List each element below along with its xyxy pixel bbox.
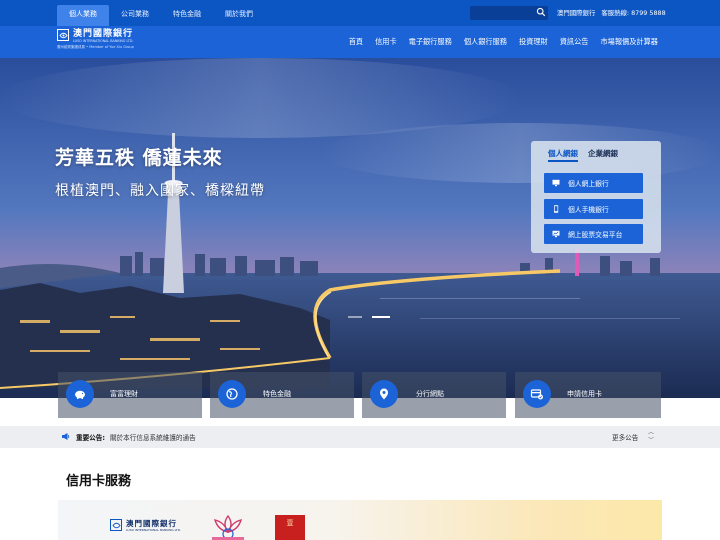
banner-bank-logo: 澳門國際銀行 LUSO INTERNATIONAL BANKING LTD. bbox=[110, 519, 181, 532]
carousel-dot-active[interactable] bbox=[372, 316, 390, 318]
nav-market-quotes[interactable]: 市場報價及計算器 bbox=[600, 37, 658, 47]
button-label: 個人網上銀行 bbox=[568, 180, 609, 188]
tab-featured-finance[interactable]: 特色金融 bbox=[161, 5, 213, 26]
desktop-icon bbox=[552, 179, 560, 187]
top-tabs: 個人業務 公司業務 特色金融 關於我們 bbox=[57, 5, 265, 26]
hero-subtitle: 根植澳門、融入國家、橋樑紐帶 bbox=[55, 183, 265, 199]
red-badge: 壹 bbox=[275, 515, 305, 540]
main-nav: 首頁 信用卡 電子銀行服務 個人銀行服務 投資理財 資訊公告 市場報價及計算器 bbox=[349, 26, 658, 58]
quick-link-wealth[interactable]: 富富理財 bbox=[58, 372, 202, 418]
quick-link-branches[interactable]: 分行網點 bbox=[362, 372, 506, 418]
badge-text: 壹 bbox=[286, 519, 294, 527]
chevron-down-icon[interactable]: ﹀ bbox=[648, 437, 654, 445]
logo-mark-icon bbox=[57, 29, 69, 41]
panel-tabs: 個人網銀 企業網銀 bbox=[548, 148, 618, 162]
notice-text[interactable]: 關於本行信息系統維護的通告 bbox=[110, 432, 196, 442]
personal-online-banking-button[interactable]: 個人網上銀行 bbox=[544, 173, 643, 193]
online-stock-trading-button[interactable]: 網上股票交易平台 bbox=[544, 224, 643, 244]
logo-subtitle: 廣州越秀集團成員 • Member of Yue Xiu Group bbox=[57, 45, 134, 49]
hotline-number: 8799 5888 bbox=[631, 9, 666, 17]
logo-mark-icon bbox=[110, 519, 122, 531]
hero-title: 芳華五秩 僑蓮未來 bbox=[55, 147, 223, 169]
quick-link-label: 特色金融 bbox=[263, 390, 291, 398]
notice-scroll-arrows[interactable]: ︿ ﹀ bbox=[648, 429, 654, 445]
top-right-info: 澳門國際銀行 客服熱線: 8799 5888 bbox=[557, 8, 666, 17]
bank-logo[interactable]: 澳門國際銀行 LUSO INTERNATIONAL BANKING LTD. bbox=[57, 28, 133, 44]
hotline-label: 客服熱線 bbox=[601, 9, 627, 17]
nav-home[interactable]: 首頁 bbox=[349, 37, 363, 47]
location-pin-icon bbox=[370, 380, 398, 408]
globe-icon bbox=[218, 380, 246, 408]
nav-credit-card[interactable]: 信用卡 bbox=[375, 37, 397, 47]
nav-personal-banking[interactable]: 個人銀行服務 bbox=[464, 37, 507, 47]
megaphone-icon bbox=[62, 433, 70, 440]
monitor-chart-icon bbox=[552, 230, 560, 238]
carousel-dot[interactable] bbox=[348, 316, 362, 318]
personal-mobile-banking-button[interactable]: 個人手機銀行 bbox=[544, 199, 643, 219]
section-title: 信用卡服務 bbox=[66, 474, 132, 489]
quick-link-label: 分行網點 bbox=[416, 390, 444, 398]
more-notices-link[interactable]: 更多公告 bbox=[612, 432, 638, 442]
banner-logo-cn: 澳門國際銀行 bbox=[126, 519, 177, 528]
nav-investment[interactable]: 投資理財 bbox=[519, 37, 548, 47]
lotus-emblem-icon bbox=[212, 514, 244, 540]
mobile-phone-icon bbox=[552, 205, 560, 213]
tab-about-us[interactable]: 關於我們 bbox=[213, 5, 265, 26]
nav-announcements[interactable]: 資訊公告 bbox=[560, 37, 589, 47]
nav-e-banking[interactable]: 電子銀行服務 bbox=[409, 37, 452, 47]
search-icon[interactable] bbox=[536, 7, 546, 17]
quick-link-featured-finance[interactable]: 特色金融 bbox=[210, 372, 354, 418]
notice-label: 重要公告: bbox=[76, 434, 106, 442]
quick-link-label: 申請信用卡 bbox=[567, 390, 602, 398]
tab-corporate-ebanking[interactable]: 企業網銀 bbox=[588, 148, 618, 162]
tab-personal-ebanking[interactable]: 個人網銀 bbox=[548, 148, 578, 162]
button-label: 網上股票交易平台 bbox=[568, 231, 623, 239]
tab-personal[interactable]: 個人業務 bbox=[57, 5, 109, 26]
quick-link-apply-credit-card[interactable]: 申請信用卡 bbox=[515, 372, 661, 418]
tab-corporate[interactable]: 公司業務 bbox=[109, 5, 161, 26]
quick-link-label: 富富理財 bbox=[110, 390, 138, 398]
chevron-up-icon[interactable]: ︿ bbox=[648, 429, 654, 437]
piggy-bank-icon bbox=[66, 380, 94, 408]
banner-logo-en: LUSO INTERNATIONAL BANKING LTD. bbox=[126, 528, 182, 532]
credit-card-icon bbox=[523, 380, 551, 408]
bank-link[interactable]: 澳門國際銀行 bbox=[557, 8, 595, 17]
logo-name-en: LUSO INTERNATIONAL BANKING LTD. bbox=[73, 39, 134, 43]
button-label: 個人手機銀行 bbox=[568, 206, 609, 214]
